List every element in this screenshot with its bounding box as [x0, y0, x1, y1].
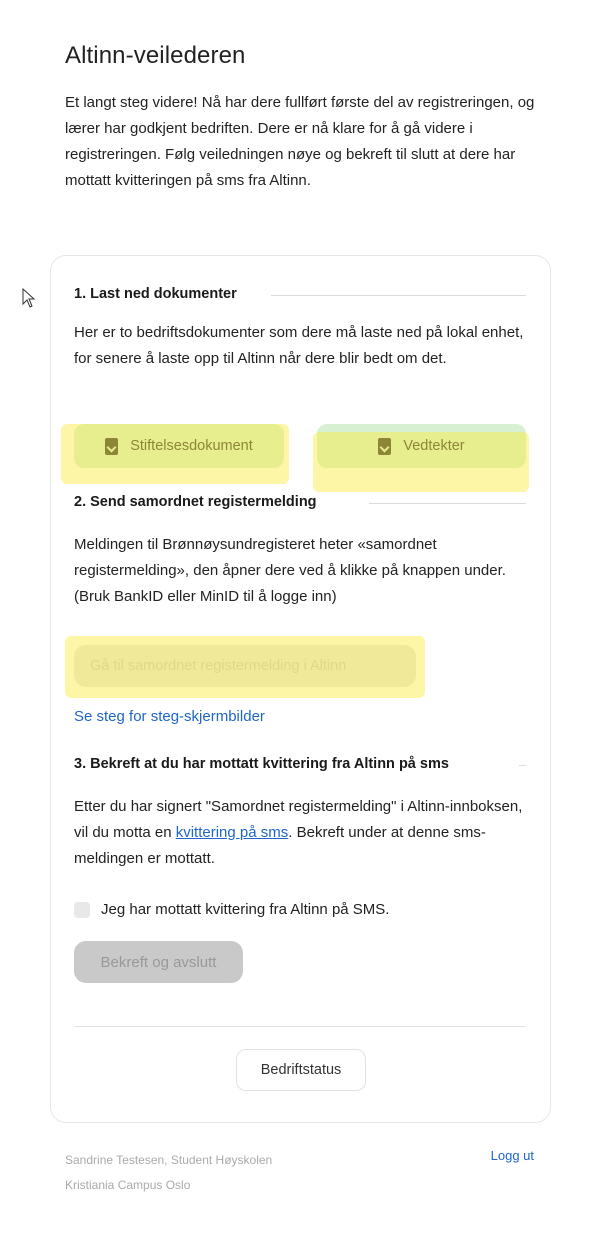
section-2-text: Meldingen til Brønnøysundregisteret hete…	[74, 536, 506, 605]
section-1-text: Her er to bedriftsdokumenter som dere må…	[74, 324, 524, 367]
footer-user-info: Sandrine Testesen, Student Høyskolen Kri…	[65, 1148, 272, 1198]
stiftelsesdokument-label: Stiftelsesdokument	[130, 438, 253, 454]
stiftelsesdokument-button[interactable]: Stiftelsesdokument	[74, 424, 284, 468]
confirm-finish-button[interactable]: Bekreft og avslutt	[74, 941, 243, 983]
step-by-step-link[interactable]: Se steg for steg-skjermbilder	[74, 708, 265, 725]
company-status-button[interactable]: Bedriftstatus	[236, 1049, 366, 1091]
logout-link[interactable]: Logg ut	[491, 1148, 534, 1163]
receipt-checkbox[interactable]	[74, 901, 90, 918]
section-2-title: 2. Send samordnet registermelding	[74, 494, 317, 510]
document-download-icon	[378, 437, 392, 455]
section-3-text: Etter du har signert "Samordnet register…	[74, 794, 526, 872]
section-1-title: 1. Last ned dokumenter	[74, 286, 237, 302]
vedtekter-label: Vedtekter	[403, 438, 465, 454]
section-1-divider	[271, 295, 526, 296]
mouse-cursor-icon	[22, 288, 36, 308]
section-3-title: 3. Bekreft at du har mottatt kvittering …	[74, 756, 449, 772]
receipt-checkbox-row[interactable]: Jeg har mottatt kvittering fra Altinn på…	[74, 901, 389, 918]
registration-card: 1. Last ned dokumenter Her er to bedrift…	[50, 255, 551, 1123]
card-divider	[74, 1026, 526, 1027]
footer-user-campus: Kristiania Campus Oslo	[65, 1178, 191, 1192]
document-download-icon	[105, 437, 119, 455]
altinn-registermelding-button[interactable]: Gå til samordnet registermelding i Altin…	[74, 645, 416, 687]
section-2-divider	[369, 503, 526, 504]
vedtekter-button[interactable]: Vedtekter	[317, 424, 526, 468]
kvittering-sms-link[interactable]: kvittering på sms	[176, 824, 289, 841]
section-3-divider	[519, 765, 526, 766]
page-title: Altinn-veilederen	[65, 42, 246, 70]
receipt-checkbox-label: Jeg har mottatt kvittering fra Altinn på…	[101, 901, 390, 918]
intro-text: Et langt steg videre! Nå har dere fullfø…	[65, 94, 535, 189]
footer-user-name: Sandrine Testesen, Student Høyskolen	[65, 1153, 273, 1167]
